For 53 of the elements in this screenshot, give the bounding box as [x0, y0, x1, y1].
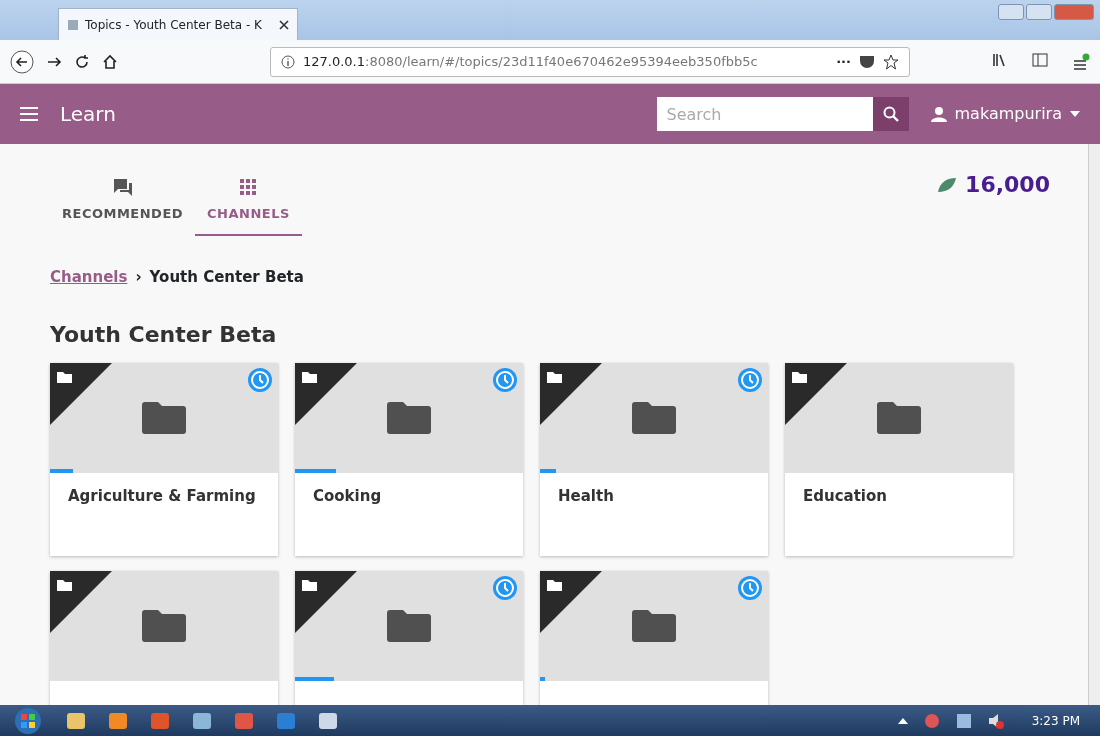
folder-badge-icon	[785, 363, 847, 425]
card-title: Education	[802, 486, 888, 507]
home-icon[interactable]	[102, 53, 118, 70]
info-icon	[281, 54, 295, 69]
star-icon[interactable]	[883, 53, 899, 70]
search-icon	[882, 106, 899, 122]
topic-card[interactable]: Cooking	[295, 363, 523, 556]
menu-icon[interactable]	[20, 107, 38, 121]
close-icon[interactable]	[279, 19, 289, 30]
url-text: 127.0.0.1:8080/learn/#/topics/23d11f40e670462e95394eeb350fbb5c	[303, 52, 759, 71]
folder-badge-icon	[50, 363, 112, 425]
breadcrumb-separator: ›	[135, 266, 142, 288]
topic-card[interactable]: Education	[785, 363, 1013, 556]
topic-card[interactable]: Health	[540, 363, 768, 556]
leaf-icon	[937, 176, 958, 193]
up-arrow-icon[interactable]	[897, 717, 908, 724]
speaker-icon[interactable]	[987, 712, 1004, 729]
search-field[interactable]: Search	[656, 97, 873, 131]
card-title: Health	[557, 486, 615, 507]
nav-tab[interactable]: RECOMMENDED	[50, 168, 196, 236]
caret-icon	[1070, 111, 1080, 117]
card-title: Agriculture & Farming	[67, 486, 257, 507]
folder-badge-icon	[540, 571, 602, 633]
breadcrumb-current: Youth Center Beta	[149, 266, 304, 288]
nav-tab[interactable]: CHANNELS	[195, 168, 302, 236]
chat-icon	[112, 178, 133, 196]
search-button[interactable]	[872, 97, 909, 131]
grid-icon	[239, 178, 258, 196]
library-icon[interactable]	[992, 52, 1008, 67]
menu-icon[interactable]	[1072, 52, 1090, 71]
address-bar[interactable]: 127.0.0.1:8080/learn/#/topics/23d11f40e670462e95394eeb350fbb5c ···	[270, 46, 910, 77]
scrollbar[interactable]	[1088, 144, 1100, 705]
clock-time: 3:23 PM	[1031, 712, 1080, 730]
browser-tab[interactable]: Topics - Youth Center Beta - K	[58, 8, 298, 40]
breadcrumb-link[interactable]: Channels	[50, 265, 128, 288]
pocket-icon[interactable]	[859, 54, 875, 69]
app-title: Learn	[60, 101, 116, 128]
back-icon[interactable]	[10, 49, 34, 74]
sidebar-icon[interactable]	[1032, 52, 1048, 67]
page-icon	[67, 18, 79, 31]
reload-icon[interactable]	[74, 53, 90, 70]
folder-badge-icon	[295, 363, 357, 425]
person-icon	[930, 106, 947, 122]
tab-title: Topics - Youth Center Beta - K	[85, 16, 263, 34]
folder-badge-icon	[295, 571, 357, 633]
folder-badge-icon	[50, 571, 112, 633]
page-actions-button[interactable]: ···	[836, 51, 851, 72]
folder-badge-icon	[540, 363, 602, 425]
card-title: Cooking	[312, 486, 383, 507]
page-heading: Youth Center Beta	[50, 321, 278, 349]
points-total: 16,000	[965, 171, 1050, 199]
topic-card[interactable]: Agriculture & Farming	[50, 363, 278, 556]
user-menu[interactable]: makampurira	[930, 102, 1080, 126]
